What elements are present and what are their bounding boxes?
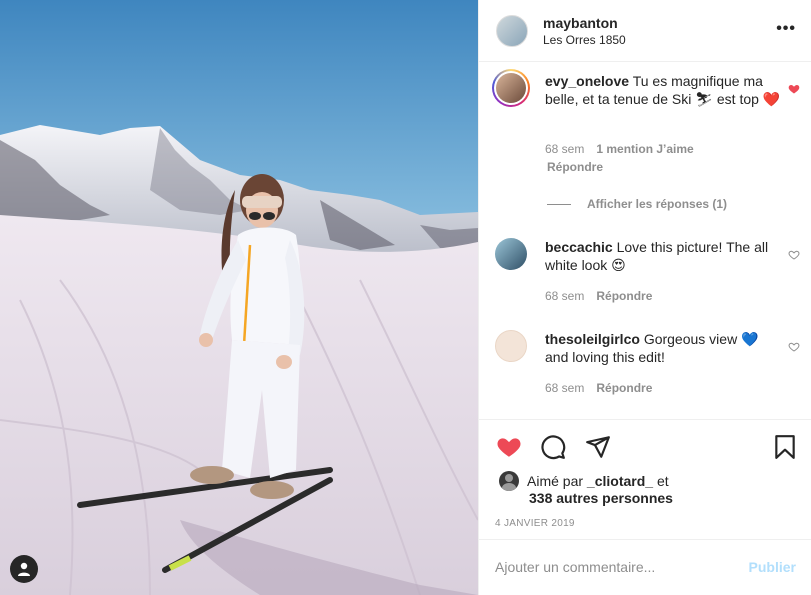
post-location[interactable]: Les Orres 1850	[543, 33, 626, 47]
comment-likes-count[interactable]: 1 mention J’aime	[596, 142, 693, 156]
heart-filled-icon[interactable]	[496, 434, 522, 460]
comment-body: Gorgeous view	[643, 331, 738, 347]
comment-text: evy_onelove Tu es magnifique ma belle, e…	[545, 72, 781, 108]
comment-body-continued: and loving this edit!	[545, 349, 665, 365]
more-horizontal-icon: •••	[776, 20, 796, 37]
comment-username[interactable]: beccachic	[545, 239, 613, 255]
blue-heart-emoji: 💙	[741, 331, 759, 347]
comment-item: thesoleilgirlco Gorgeous view 💙 and lovi…	[479, 320, 811, 400]
comment-item: evy_onelove Tu es magnifique ma belle, e…	[479, 63, 811, 211]
comment-meta: 68 sem Répondre	[545, 381, 652, 395]
comment-time: 68 sem	[545, 381, 585, 395]
divider-line	[547, 203, 571, 205]
liked-by-avatar[interactable]	[499, 471, 519, 491]
comment-text: thesoleilgirlco Gorgeous view 💙 and lovi…	[545, 330, 781, 366]
bookmark-icon[interactable]	[772, 434, 798, 460]
commenter-avatar[interactable]	[495, 238, 527, 270]
author-avatar[interactable]	[496, 15, 528, 47]
comment-input[interactable]	[495, 556, 735, 578]
liked-by-row: Aimé par _cliotard_ et	[499, 471, 669, 491]
post-actions: Aimé par _cliotard_ et 338 autres person…	[479, 419, 811, 539]
more-options-button[interactable]: •••	[776, 20, 796, 37]
liked-by-username[interactable]: _cliotard_	[587, 473, 653, 489]
add-comment-bar: Publier	[479, 539, 811, 595]
comment-time: 68 sem	[545, 142, 585, 156]
author-username[interactable]: maybanton	[543, 15, 618, 31]
comments-list: evy_onelove Tu es magnifique ma belle, e…	[479, 63, 811, 419]
post-date[interactable]: 4 JANVIER 2019	[495, 518, 575, 529]
share-icon[interactable]	[585, 434, 611, 460]
publish-button[interactable]: Publier	[749, 559, 796, 575]
view-replies-label: Afficher les réponses (1)	[587, 197, 728, 211]
post-photo[interactable]	[0, 0, 478, 595]
comment-item: beccachic Love this picture! The all whi…	[479, 228, 811, 308]
comment-meta: 68 sem Répondre	[545, 289, 652, 303]
post-header: maybanton Les Orres 1850 •••	[479, 0, 811, 62]
commenter-avatar[interactable]	[495, 330, 527, 362]
likes-count-link[interactable]: 338 autres personnes	[529, 490, 673, 506]
heart-filled-icon[interactable]	[788, 83, 800, 95]
red-heart-emoji: ❤️	[762, 91, 781, 107]
liked-by-prefix: Aimé par	[527, 473, 584, 489]
heart-outline-icon[interactable]	[788, 341, 800, 353]
view-replies-button[interactable]: Afficher les réponses (1)	[547, 197, 727, 211]
reply-button[interactable]: Répondre	[547, 160, 603, 174]
comment-username[interactable]: evy_onelove	[545, 73, 629, 89]
reply-button[interactable]: Répondre	[596, 381, 652, 395]
comment-time: 68 sem	[545, 289, 585, 303]
skier-emoji: ⛷	[695, 91, 713, 107]
heart-outline-icon[interactable]	[788, 249, 800, 261]
user-icon	[18, 562, 30, 576]
comment-body-continued: est top	[716, 91, 759, 107]
ski-slope-photo	[0, 0, 478, 595]
comment-text: beccachic Love this picture! The all whi…	[545, 238, 781, 274]
liked-by-text: Aimé par _cliotard_ et	[527, 473, 669, 489]
reply-button[interactable]: Répondre	[596, 289, 652, 303]
comment-username[interactable]: thesoleilgirlco	[545, 331, 640, 347]
tagged-users-button[interactable]	[10, 555, 38, 583]
story-ring-avatar[interactable]	[492, 69, 530, 107]
liked-by-and: et	[656, 473, 669, 489]
heart-eyes-emoji: 😍	[611, 257, 626, 273]
comment-icon[interactable]	[540, 434, 566, 460]
comment-meta: 68 sem 1 mention J’aime	[545, 142, 694, 156]
post-details-panel: maybanton Les Orres 1850 ••• evy_onelove…	[478, 0, 811, 595]
